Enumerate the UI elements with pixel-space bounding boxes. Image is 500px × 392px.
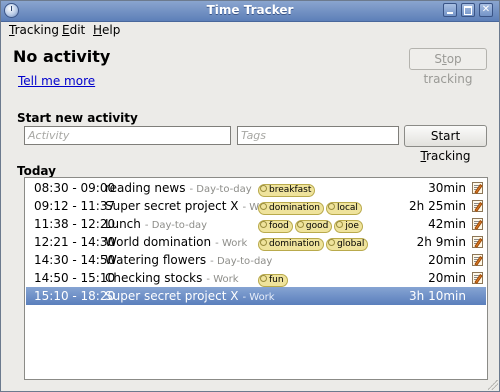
menu-edit[interactable]: Edit — [62, 23, 85, 37]
edit-icon[interactable] — [472, 200, 483, 212]
activity-row[interactable]: 14:30 - 14:50 Watering flowers - Day-to-da… — [26, 251, 486, 269]
activity-name: Lunch — [105, 217, 141, 231]
activity-row[interactable]: 11:38 - 12:20 Lunch - Day-to-day food good jo… — [26, 215, 486, 233]
activity-name-cell: Lunch - Day-to-day — [105, 217, 207, 231]
edit-icon[interactable] — [472, 254, 483, 266]
activity-category: - Day-to-day — [189, 184, 251, 195]
menu-help-mnemonic: H — [93, 23, 103, 37]
start-new-activity-label: Start new activity — [17, 111, 138, 125]
status-title: No activity — [13, 47, 111, 66]
tags-input[interactable]: Tags — [237, 126, 399, 145]
activity-time-range: 12:21 - 14:30 — [34, 235, 116, 249]
activity-time-range: 09:12 - 11:37 — [34, 199, 116, 213]
activity-time-range: 14:30 - 14:50 — [34, 253, 116, 267]
menu-help[interactable]: Help — [93, 23, 120, 37]
menu-tracking-label: racking — [14, 23, 59, 37]
stop-tracking-button[interactable]: Stop tracking — [409, 48, 487, 86]
activity-tags: domination local — [258, 199, 364, 215]
activity-duration: 42min — [428, 217, 466, 231]
activity-category-name: Day-to-day — [216, 256, 273, 267]
activity-category-name: Day-to-day — [196, 184, 252, 195]
edit-icon[interactable] — [472, 236, 483, 248]
activity-name: Super secret project X — [105, 289, 239, 303]
activity-name: World domination — [105, 235, 212, 249]
tag-icon: local — [325, 202, 362, 215]
activity-input[interactable]: Activity — [24, 126, 231, 145]
today-label: Today — [17, 164, 56, 178]
activity-name: Checking stocks — [105, 271, 203, 285]
activity-row[interactable]: 15:10 - 18:20 Super secret project X- Wor… — [26, 287, 486, 305]
close-icon[interactable]: ✕ — [479, 3, 493, 17]
time-tracker-window: Time Tracker ✕ Tracking Edit Help No act… — [0, 0, 500, 392]
minimize-icon[interactable] — [443, 3, 457, 17]
activity-time-range: 15:10 - 18:20 — [34, 289, 116, 303]
activity-name-cell: Watering flowers - Day-to-day — [105, 253, 272, 267]
activity-category-name: Work — [249, 292, 275, 303]
tag-icon: joe — [334, 220, 363, 233]
menu-tracking[interactable]: Tracking — [9, 23, 59, 37]
tag-icon: domination — [258, 202, 324, 215]
activity-duration: 2h 25min — [409, 199, 466, 213]
start-button-rest: racking — [426, 149, 471, 163]
maximize-icon[interactable] — [461, 3, 475, 17]
activity-row[interactable]: 12:21 - 14:30 World domination - Work domin… — [26, 233, 486, 251]
activity-row[interactable]: 08:30 - 09:00 reading news - Day-to-day bre… — [26, 179, 486, 197]
activity-time-range: 08:30 - 09:00 — [34, 181, 116, 195]
tag-icon: global — [325, 238, 369, 251]
activity-category: - Work — [242, 292, 274, 303]
category-separator: - — [210, 256, 217, 267]
category-separator: - — [144, 220, 152, 231]
activity-name-cell: reading news - Day-to-day — [105, 181, 252, 195]
activity-tags: food good joe — [258, 217, 365, 233]
menu-bar: Tracking Edit Help — [1, 22, 499, 39]
tag-icon: breakfast — [258, 184, 316, 197]
activity-duration: 20min — [428, 253, 466, 267]
activity-category: - Day-to-day — [210, 256, 272, 267]
stop-button-pre: S — [434, 52, 442, 66]
menu-help-label: elp — [102, 23, 121, 37]
tag-icon: food — [258, 220, 293, 233]
activity-tags: fun — [258, 271, 290, 287]
title-bar[interactable]: Time Tracker ✕ — [1, 1, 499, 22]
activity-category: - Work — [206, 274, 238, 285]
stop-button-rest: op tracking — [423, 52, 473, 86]
start-button-pre: Start — [430, 129, 461, 143]
activity-name-cell: World domination - Work — [105, 235, 247, 249]
category-separator: - — [215, 238, 222, 249]
activity-row[interactable]: 14:50 - 15:10 Checking stocks - Work fun 20m… — [26, 269, 486, 287]
activity-duration: 30min — [428, 181, 466, 195]
activity-name: reading news — [105, 181, 186, 195]
activity-name-cell: Checking stocks - Work — [105, 271, 239, 285]
menu-edit-label: dit — [69, 23, 86, 37]
activity-category: - Day-to-day — [145, 220, 207, 231]
activity-name: Watering flowers — [105, 253, 207, 267]
activity-row[interactable]: 09:12 - 11:37Super secret project X- Wor… — [26, 197, 486, 215]
activity-time-range: 14:50 - 15:10 — [34, 271, 116, 285]
tag-icon: good — [294, 220, 333, 233]
resize-grip[interactable] — [488, 380, 498, 390]
activity-tags: domination global — [258, 235, 370, 251]
activity-name-cell: Super secret project X- Work — [105, 199, 275, 213]
activity-category: - Work — [215, 238, 247, 249]
activity-duration: 2h 9min — [416, 235, 466, 249]
activity-time-range: 11:38 - 12:20 — [34, 217, 116, 231]
edit-icon[interactable] — [472, 182, 483, 194]
edit-icon[interactable] — [472, 218, 483, 230]
activity-name: Super secret project X — [105, 199, 239, 213]
activity-tags: breakfast — [258, 181, 317, 197]
activity-list[interactable]: 08:30 - 09:00 reading news - Day-to-day bre… — [24, 177, 488, 380]
activity-category-name: Work — [221, 238, 248, 249]
window-title: Time Tracker — [206, 3, 294, 17]
activity-category-name: Work — [213, 274, 239, 285]
tag-icon: domination — [258, 238, 324, 251]
activity-category-name: Day-to-day — [151, 220, 208, 231]
activity-duration: 3h 10min — [409, 289, 466, 303]
activity-duration: 20min — [428, 271, 466, 285]
menu-edit-mnemonic: E — [62, 23, 70, 37]
activity-name-cell: Super secret project X- Work — [105, 289, 275, 303]
tell-me-more-link[interactable]: Tell me more — [18, 74, 95, 88]
edit-icon[interactable] — [472, 272, 483, 284]
tag-icon: fun — [258, 274, 288, 287]
start-tracking-button[interactable]: Start Tracking — [404, 125, 487, 163]
